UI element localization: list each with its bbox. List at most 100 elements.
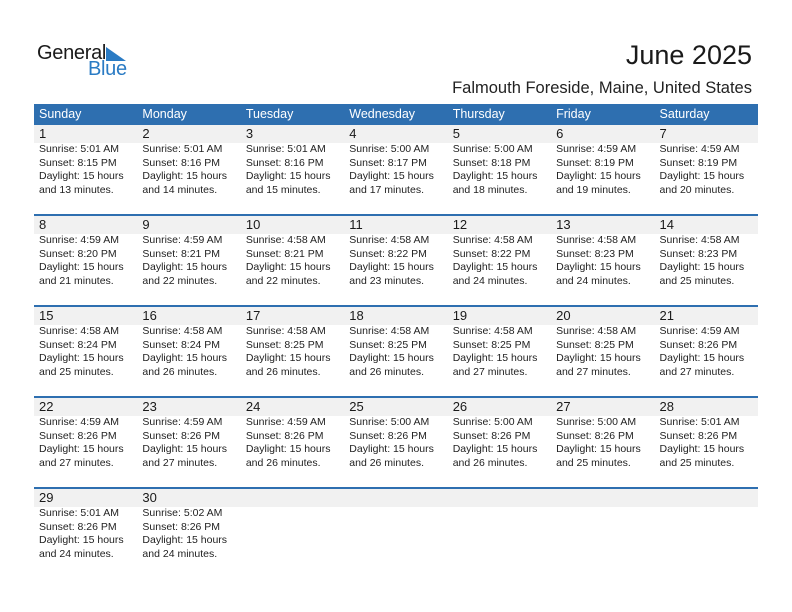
day-cell xyxy=(241,507,344,578)
sunrise-time: Sunrise: 4:59 AM xyxy=(39,234,119,246)
daylight-duration: and 18 minutes. xyxy=(452,183,528,196)
day-cell: Sunrise: 4:59 AM Sunset: 8:26 PM Daylight:… xyxy=(655,325,758,396)
daylight-duration: Daylight: 15 hours xyxy=(349,261,434,274)
sunset-time: Sunset: 8:18 PM xyxy=(452,156,531,169)
sunrise-time: Sunrise: 4:58 AM xyxy=(452,234,533,246)
sunrise-time: Sunrise: 5:01 AM xyxy=(39,507,119,519)
daylight-duration: and 22 minutes. xyxy=(245,274,321,287)
sunset-time: Sunset: 8:21 PM xyxy=(142,247,221,260)
daylight-duration: and 24 minutes. xyxy=(452,274,528,287)
day-number: 14 xyxy=(659,217,674,232)
day-number: 11 xyxy=(349,217,363,232)
daylight-duration: Daylight: 15 hours xyxy=(556,352,641,365)
day-number: 30 xyxy=(142,490,157,505)
sunrise-time: Sunrise: 5:01 AM xyxy=(142,143,223,155)
daylight-duration: and 27 minutes. xyxy=(452,365,528,378)
weekday-wednesday: Wednesday xyxy=(349,107,416,121)
day-number: 2 xyxy=(142,126,150,141)
daylight-duration: and 27 minutes. xyxy=(556,365,631,378)
daylight-duration: Daylight: 15 hours xyxy=(659,170,745,183)
daylight-duration: and 26 minutes. xyxy=(349,365,424,378)
calendar-week: 8 9 10 11 12 13 14 Sunrise: 4:59 AM Sunset: 8:20… xyxy=(34,214,758,305)
day-cell: Sunrise: 4:58 AM Sunset: 8:22 PM Daylight:… xyxy=(448,234,551,305)
sunrise-time: Sunrise: 5:00 AM xyxy=(349,143,430,155)
sunset-time: Sunset: 8:26 PM xyxy=(245,429,324,442)
daylight-duration: Daylight: 15 hours xyxy=(452,170,538,183)
day-number: 10 xyxy=(245,217,261,232)
sunset-time: Sunset: 8:25 PM xyxy=(245,338,324,351)
logo: General Blue xyxy=(37,42,137,82)
weekday-header: Sunday Monday Tuesday Wednesday Thursday… xyxy=(34,104,758,125)
sunset-time: Sunset: 8:26 PM xyxy=(142,429,221,442)
day-number: 25 xyxy=(349,399,364,414)
daylight-duration: Daylight: 15 hours xyxy=(452,261,538,274)
daylight-duration: and 26 minutes. xyxy=(142,365,218,378)
day-number-row: 29 30 xyxy=(34,489,758,507)
sunrise-time: Sunrise: 4:58 AM xyxy=(659,234,740,246)
sunrise-time: Sunrise: 5:01 AM xyxy=(245,143,326,155)
daylight-duration: Daylight: 15 hours xyxy=(659,261,745,274)
day-number: 7 xyxy=(659,126,667,141)
calendar-grid: Sunday Monday Tuesday Wednesday Thursday… xyxy=(34,104,758,578)
calendar-week: 15 16 17 18 19 20 21 Sunrise: 4:58 AM Sunset: 8:… xyxy=(34,305,758,396)
sunset-time: Sunset: 8:22 PM xyxy=(349,247,427,260)
day-number xyxy=(551,489,654,507)
day-cell: Sunrise: 4:59 AM Sunset: 8:19 PM Daylight:… xyxy=(655,143,758,214)
daylight-duration: Daylight: 15 hours xyxy=(349,352,434,365)
sunrise-time: Sunrise: 4:58 AM xyxy=(245,234,326,246)
daylight-duration: and 24 minutes. xyxy=(39,547,114,560)
sunset-time: Sunset: 8:21 PM xyxy=(245,247,324,260)
day-cell: Sunrise: 4:59 AM Sunset: 8:26 PM Daylight:… xyxy=(137,416,240,487)
sunrise-time: Sunrise: 4:59 AM xyxy=(142,416,223,428)
daylight-duration: and 27 minutes. xyxy=(659,365,735,378)
sunset-time: Sunset: 8:22 PM xyxy=(452,247,531,260)
daylight-duration: Daylight: 15 hours xyxy=(39,352,124,365)
sunrise-time: Sunrise: 4:58 AM xyxy=(142,325,223,337)
daylight-duration: Daylight: 15 hours xyxy=(39,534,124,547)
day-cell: Sunrise: 4:59 AM Sunset: 8:21 PM Daylight:… xyxy=(137,234,240,305)
sunset-time: Sunset: 8:26 PM xyxy=(452,429,531,442)
day-number: 20 xyxy=(556,308,571,323)
weekday-thursday: Thursday xyxy=(452,107,505,121)
sunset-time: Sunset: 8:24 PM xyxy=(142,338,221,351)
sunrise-time: Sunrise: 5:00 AM xyxy=(556,416,637,428)
day-cell xyxy=(551,507,654,578)
day-cell xyxy=(344,507,447,578)
daylight-duration: and 26 minutes. xyxy=(245,456,321,469)
weekday-friday: Friday xyxy=(556,107,591,121)
day-cell: Sunrise: 4:59 AM Sunset: 8:26 PM Daylight:… xyxy=(241,416,344,487)
day-number: 3 xyxy=(245,126,254,141)
daylight-duration: and 21 minutes. xyxy=(39,274,114,287)
sunset-time: Sunset: 8:26 PM xyxy=(39,520,117,533)
sunrise-time: Sunrise: 4:59 AM xyxy=(659,143,740,155)
daylight-duration: Daylight: 15 hours xyxy=(142,261,228,274)
sunset-time: Sunset: 8:26 PM xyxy=(556,429,634,442)
daylight-duration: Daylight: 15 hours xyxy=(39,170,124,183)
day-number xyxy=(448,489,551,507)
day-number xyxy=(655,489,758,507)
daylight-duration: and 26 minutes. xyxy=(245,365,321,378)
sunrise-time: Sunrise: 4:58 AM xyxy=(39,325,119,337)
day-cell: Sunrise: 4:59 AM Sunset: 8:26 PM Daylight:… xyxy=(34,416,137,487)
sunset-time: Sunset: 8:25 PM xyxy=(452,338,531,351)
sunset-time: Sunset: 8:23 PM xyxy=(556,247,634,260)
day-number-row: 15 16 17 18 19 20 21 xyxy=(34,307,758,325)
day-cell xyxy=(655,507,758,578)
daylight-duration: Daylight: 15 hours xyxy=(142,443,228,456)
day-cell: Sunrise: 5:01 AM Sunset: 8:26 PM Daylight:… xyxy=(34,507,137,578)
daylight-duration: and 20 minutes. xyxy=(659,183,735,196)
daylight-duration: and 26 minutes. xyxy=(452,456,528,469)
sunrise-time: Sunrise: 4:58 AM xyxy=(349,325,430,337)
day-cell: Sunrise: 4:58 AM Sunset: 8:22 PM Daylight:… xyxy=(344,234,447,305)
weekday-saturday: Saturday xyxy=(659,107,710,121)
day-cell: Sunrise: 4:58 AM Sunset: 8:23 PM Daylight:… xyxy=(551,234,654,305)
sunset-time: Sunset: 8:26 PM xyxy=(142,520,221,533)
daylight-duration: Daylight: 15 hours xyxy=(349,443,434,456)
day-number: 27 xyxy=(556,399,571,414)
day-number: 5 xyxy=(452,126,460,141)
daylight-duration: and 27 minutes. xyxy=(142,456,218,469)
daylight-duration: and 23 minutes. xyxy=(349,274,424,287)
sunrise-time: Sunrise: 4:59 AM xyxy=(39,416,119,428)
daylight-duration: Daylight: 15 hours xyxy=(556,261,641,274)
day-cell: Sunrise: 5:01 AM Sunset: 8:15 PM Daylight:… xyxy=(34,143,137,214)
